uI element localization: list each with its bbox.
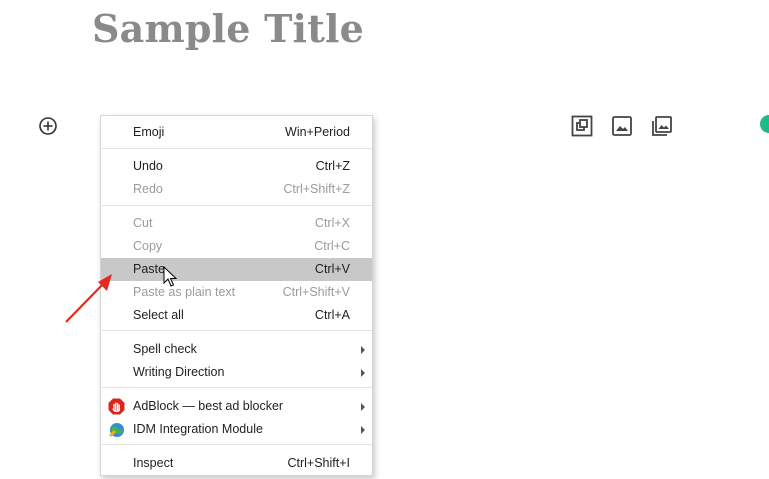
menu-item-label: Undo: [133, 159, 163, 173]
submenu-arrow-icon: [361, 346, 365, 354]
menu-item-shortcut: Ctrl+A: [314, 308, 350, 322]
menu-item-label: Spell check: [133, 342, 197, 356]
menu-item-paste[interactable]: Paste Ctrl+V: [101, 258, 372, 281]
menu-item-writing-direction[interactable]: Writing Direction: [101, 361, 372, 384]
menu-item-label: Copy: [133, 239, 163, 253]
menu-item-shortcut: Ctrl+Shift+Z: [283, 182, 350, 196]
menu-separator: [102, 387, 372, 388]
annotation-arrow-icon: [65, 274, 112, 323]
menu-separator: [102, 148, 372, 149]
adblock-icon: [108, 398, 125, 415]
context-menu: Emoji Win+Period Undo Ctrl+Z Redo Ctrl+S…: [100, 115, 373, 476]
menu-item-paste-plain-text[interactable]: Paste as plain text Ctrl+Shift+V: [101, 281, 372, 304]
page-title[interactable]: Sample Title: [92, 6, 364, 51]
submenu-arrow-icon: [361, 369, 365, 377]
menu-item-shortcut: Ctrl+Shift+I: [287, 456, 350, 470]
submenu-arrow-icon: [361, 426, 365, 434]
menu-item-emoji[interactable]: Emoji Win+Period: [101, 121, 372, 144]
menu-item-redo[interactable]: Redo Ctrl+Shift+Z: [101, 178, 372, 201]
embed-icon[interactable]: [570, 114, 594, 138]
menu-item-shortcut: Ctrl+Shift+V: [282, 285, 350, 299]
image-icon[interactable]: [610, 114, 634, 138]
menu-item-label: Cut: [133, 216, 153, 230]
menu-item-cut[interactable]: Cut Ctrl+X: [101, 212, 372, 235]
menu-separator: [102, 444, 372, 445]
menu-item-inspect[interactable]: Inspect Ctrl+Shift+I: [101, 452, 372, 475]
menu-item-copy[interactable]: Copy Ctrl+C: [101, 235, 372, 258]
menu-item-shortcut: Ctrl+Z: [315, 159, 350, 173]
menu-item-shortcut: Ctrl+V: [314, 262, 350, 276]
menu-item-shortcut: Win+Period: [285, 125, 350, 139]
menu-item-label: AdBlock — best ad blocker: [133, 399, 284, 413]
menu-item-spell-check[interactable]: Spell check: [101, 338, 372, 361]
menu-item-adblock[interactable]: AdBlock — best ad blocker: [101, 395, 372, 418]
menu-item-idm[interactable]: IDM Integration Module: [101, 418, 372, 441]
menu-item-label: Emoji: [133, 125, 165, 139]
menu-item-label: Redo: [133, 182, 163, 196]
menu-item-shortcut: Ctrl+X: [314, 216, 350, 230]
gallery-icon[interactable]: [650, 114, 674, 138]
menu-separator: [102, 205, 372, 206]
mouse-cursor-icon: [163, 266, 177, 287]
menu-item-label: Writing Direction: [133, 365, 225, 379]
idm-globe-icon: [109, 423, 124, 437]
menu-item-label: Paste as plain text: [133, 285, 236, 299]
menu-item-label: Inspect: [133, 456, 174, 470]
accent-dot-icon[interactable]: [760, 115, 769, 133]
menu-item-label: Paste: [133, 262, 165, 276]
submenu-arrow-icon: [361, 403, 365, 411]
menu-item-label: Select all: [133, 308, 184, 322]
menu-separator: [102, 330, 372, 331]
menu-item-undo[interactable]: Undo Ctrl+Z: [101, 155, 372, 178]
add-block-icon[interactable]: [38, 116, 58, 136]
menu-item-label: IDM Integration Module: [133, 422, 263, 436]
menu-item-shortcut: Ctrl+C: [314, 239, 350, 253]
menu-item-select-all[interactable]: Select all Ctrl+A: [101, 304, 372, 327]
